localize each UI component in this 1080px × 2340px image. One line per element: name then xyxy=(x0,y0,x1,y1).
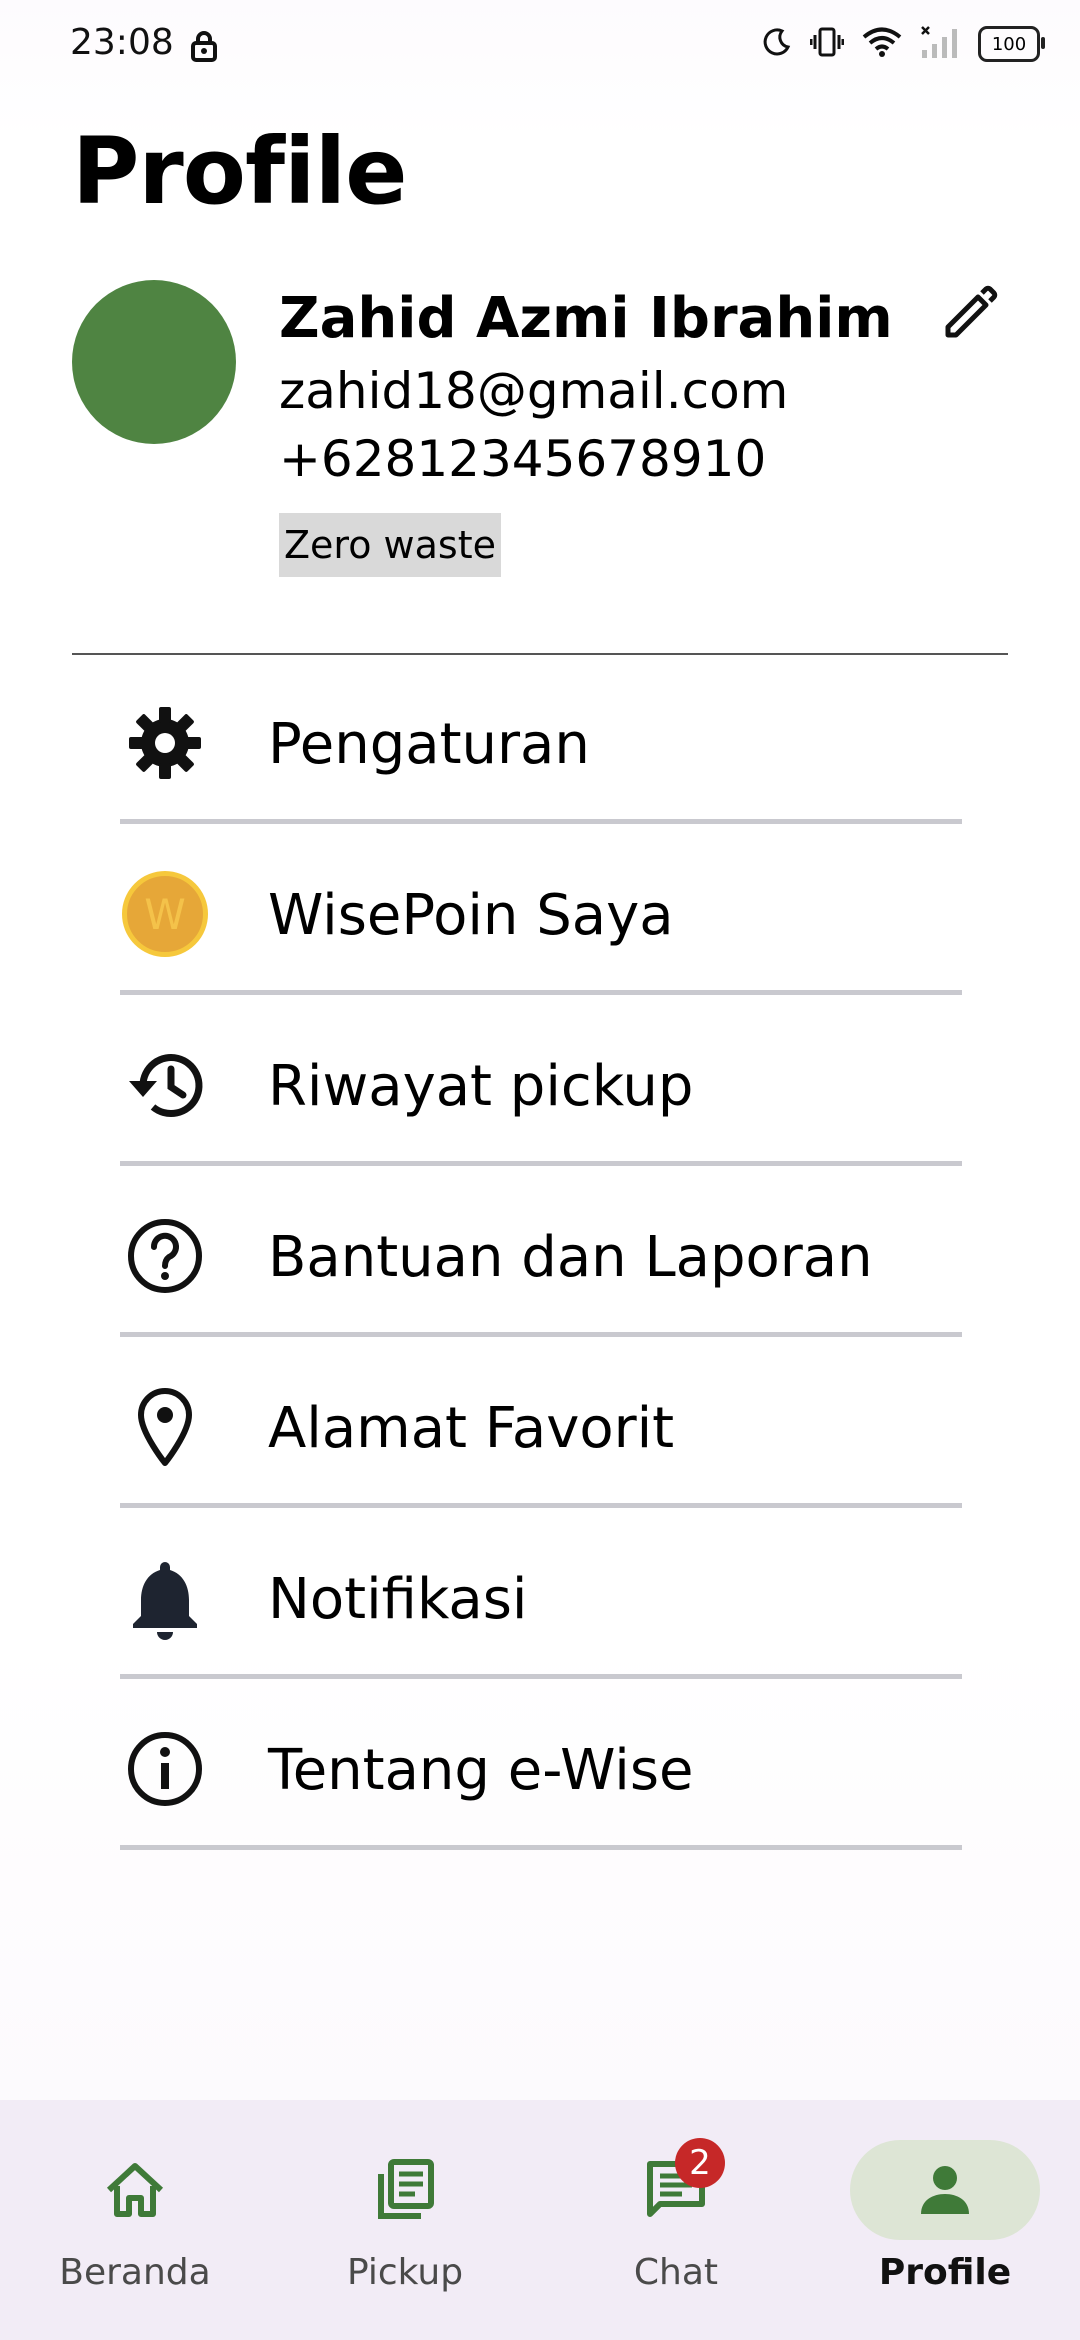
home-icon xyxy=(106,2163,164,2217)
bell-icon xyxy=(120,1553,210,1643)
profile-phone: +62812345678910 xyxy=(279,430,767,488)
menu-separator xyxy=(120,1332,962,1337)
pickup-icon xyxy=(378,2159,434,2219)
menu-item-label: Bantuan dan Laporan xyxy=(268,1225,873,1290)
battery-icon: 100 xyxy=(978,26,1045,62)
nav-pickup[interactable]: Pickup xyxy=(290,2140,520,2300)
profile-tag-badge: Zero waste xyxy=(279,513,501,577)
menu-item-bantuan[interactable]: Bantuan dan Laporan xyxy=(120,1167,962,1337)
wifi-icon xyxy=(862,26,902,62)
help-icon xyxy=(120,1211,210,1301)
menu-item-label: Tentang e-Wise xyxy=(268,1738,694,1803)
lock-icon xyxy=(190,30,218,66)
nav-label: Pickup xyxy=(346,2252,464,2293)
menu-item-notifikasi[interactable]: Notifikasi xyxy=(120,1509,962,1679)
menu-separator xyxy=(120,1845,962,1850)
nav-beranda[interactable]: Beranda xyxy=(20,2140,250,2300)
profile-name: Zahid Azmi Ibrahim xyxy=(279,286,893,351)
nav-label: Profile xyxy=(878,2252,1012,2293)
coin-icon: W xyxy=(120,869,210,959)
vibrate-icon xyxy=(809,26,845,62)
signal-icon xyxy=(920,26,960,62)
chat-unread-badge: 2 xyxy=(675,2138,725,2188)
menu-item-tentang[interactable]: Tentang e-Wise xyxy=(120,1680,962,1850)
edit-profile-button[interactable] xyxy=(940,283,1000,343)
history-icon xyxy=(120,1040,210,1130)
menu-item-label: WisePoin Saya xyxy=(268,883,674,948)
avatar[interactable] xyxy=(72,280,236,444)
status-bar: 23:08 100 xyxy=(0,0,1080,96)
bottom-navigation: Beranda Pickup 2 Chat Profile xyxy=(0,2100,1080,2340)
info-icon xyxy=(120,1724,210,1814)
location-pin-icon xyxy=(120,1382,210,1472)
menu-item-label: Alamat Favorit xyxy=(268,1396,675,1461)
menu-separator xyxy=(120,819,962,824)
gear-icon xyxy=(120,698,210,788)
person-icon xyxy=(921,2166,969,2214)
profile-email: zahid18@gmail.com xyxy=(279,362,789,420)
coin-letter: W xyxy=(122,871,208,957)
menu-item-riwayat-pickup[interactable]: Riwayat pickup xyxy=(120,996,962,1166)
active-indicator xyxy=(850,2140,1040,2240)
menu-separator xyxy=(120,1503,962,1508)
menu-item-pengaturan[interactable]: Pengaturan xyxy=(120,654,962,824)
menu-separator xyxy=(120,1161,962,1166)
menu-separator xyxy=(120,1674,962,1679)
menu-item-alamat-favorit[interactable]: Alamat Favorit xyxy=(120,1338,962,1508)
menu-item-label: Notifikasi xyxy=(268,1567,528,1632)
nav-label: Chat xyxy=(633,2252,719,2293)
page-title: Profile xyxy=(72,118,407,225)
menu-separator xyxy=(120,990,962,995)
menu-item-label: Riwayat pickup xyxy=(268,1054,694,1119)
moon-icon xyxy=(762,27,792,61)
nav-label: Beranda xyxy=(59,2252,211,2293)
pencil-icon xyxy=(945,285,998,338)
menu-item-wisepoin[interactable]: W WisePoin Saya xyxy=(120,825,962,995)
menu-item-label: Pengaturan xyxy=(268,712,590,777)
nav-chat[interactable]: 2 Chat xyxy=(561,2138,791,2300)
status-time: 23:08 xyxy=(70,22,174,63)
nav-profile[interactable]: Profile xyxy=(830,2140,1060,2300)
